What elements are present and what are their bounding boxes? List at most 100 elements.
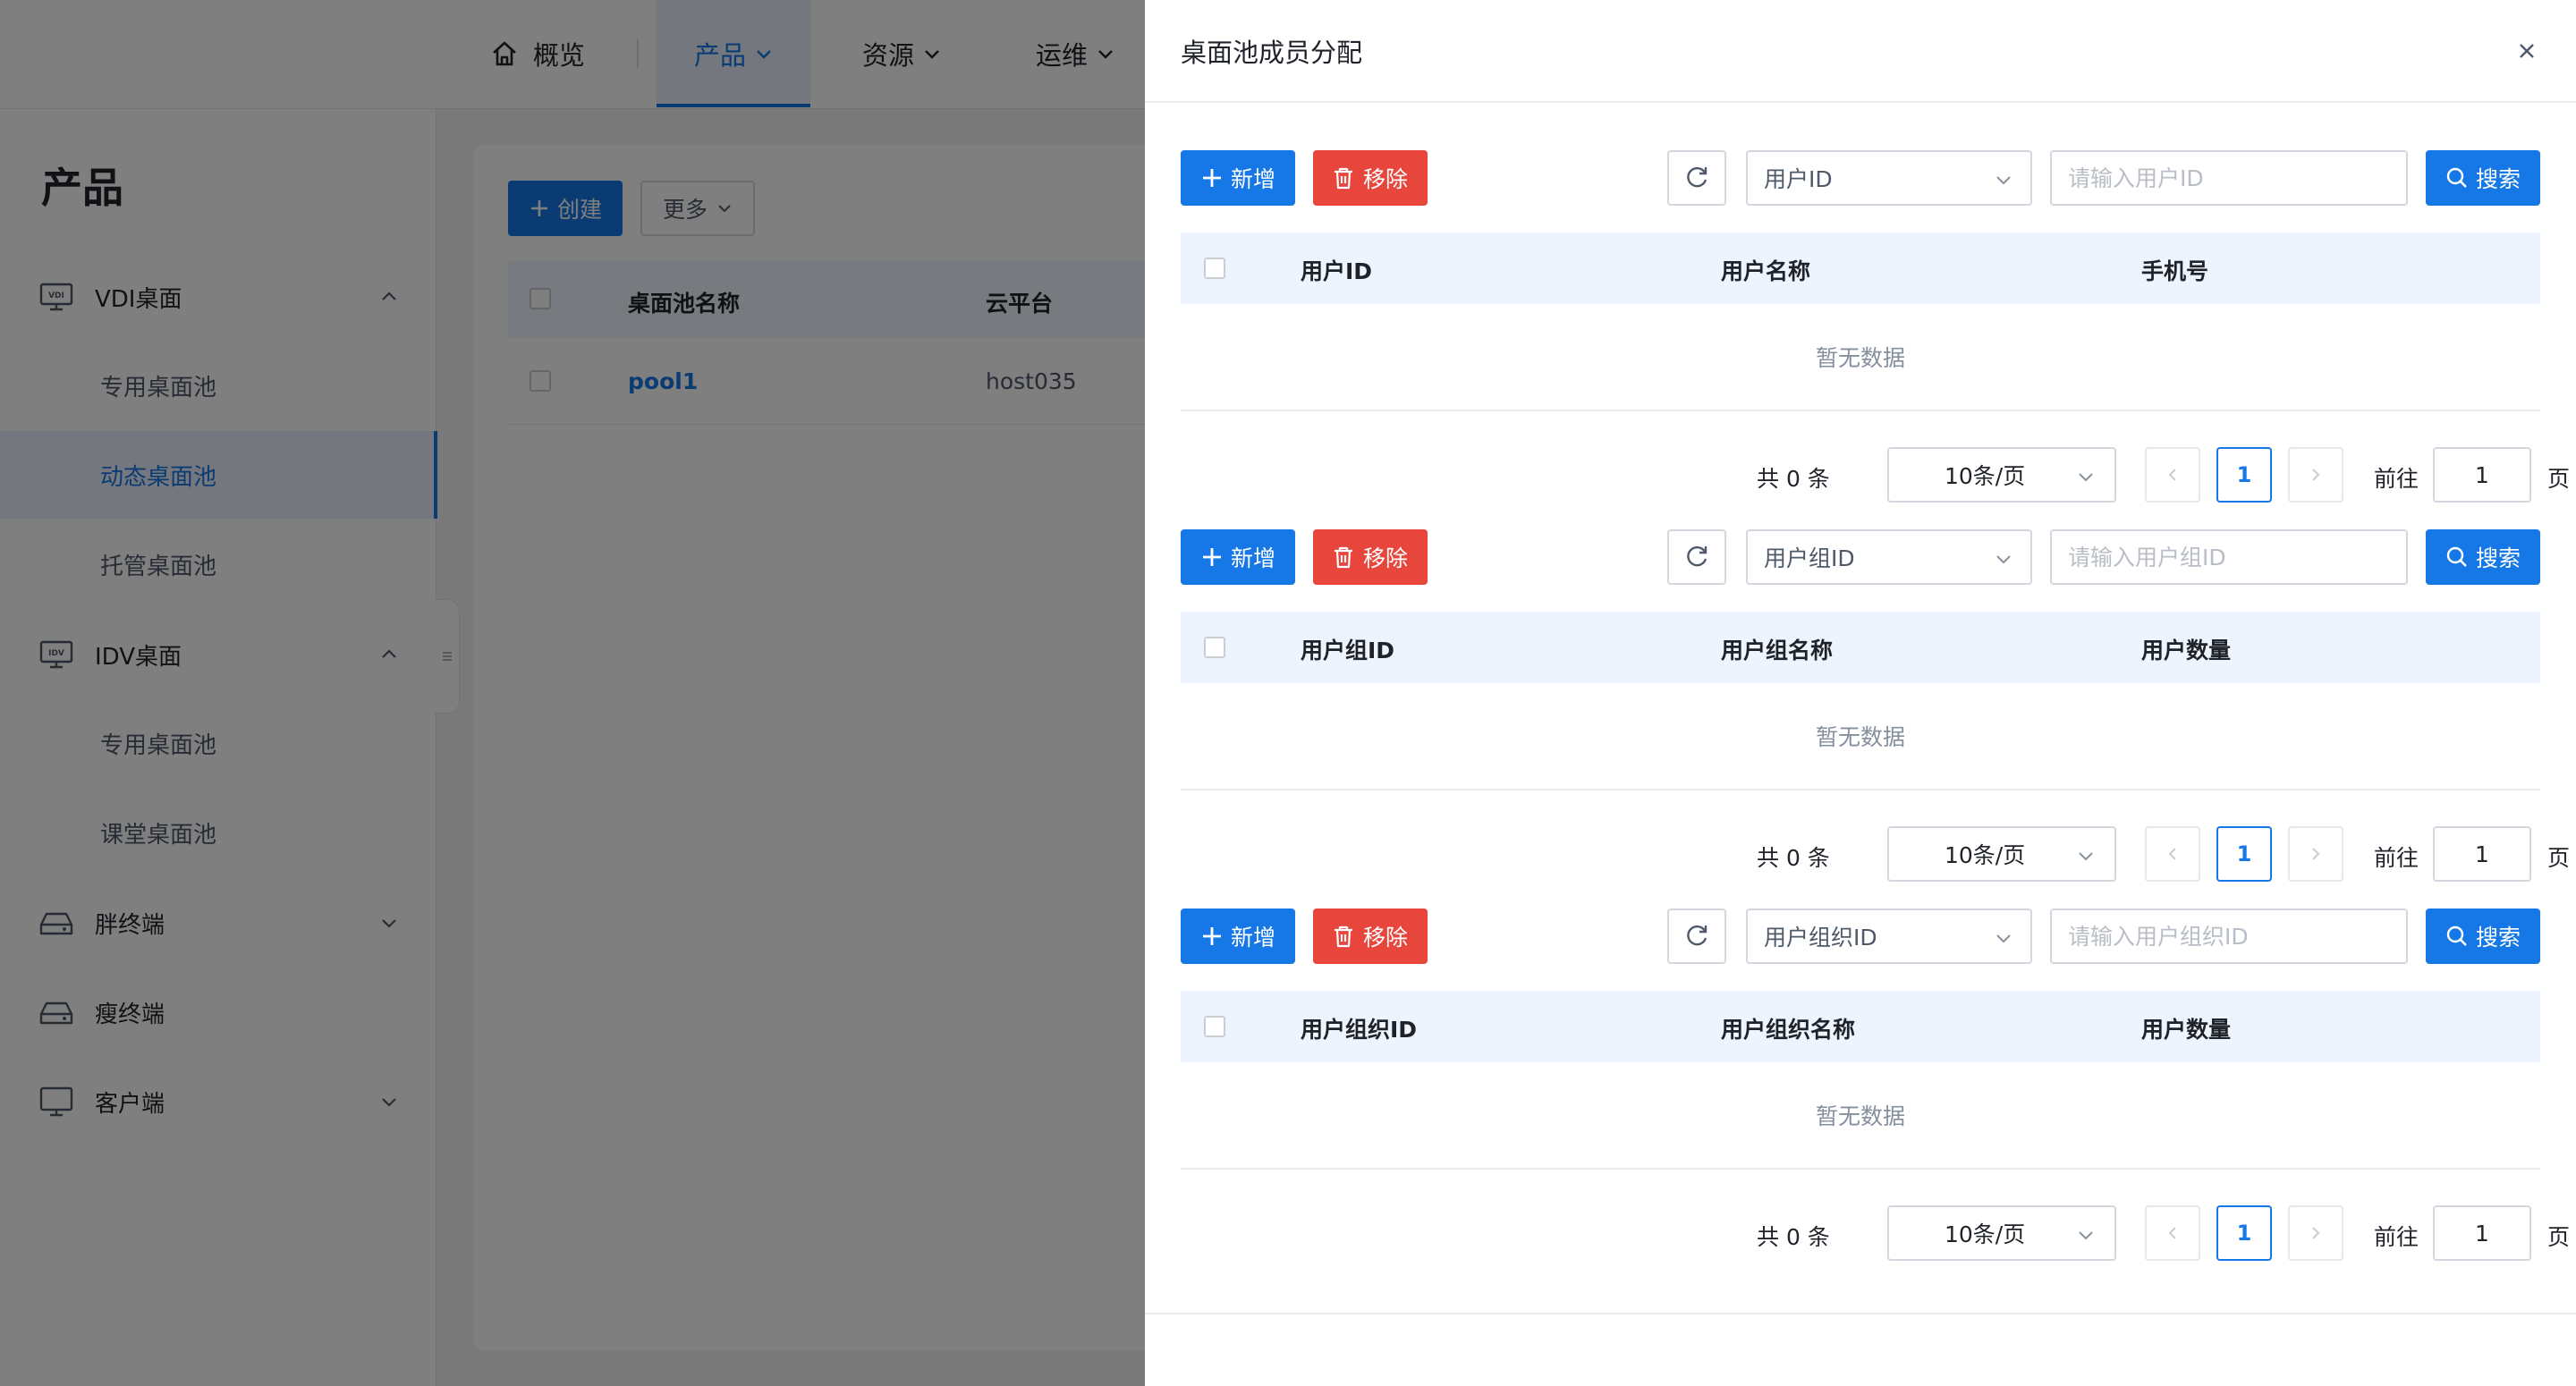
goto-label: 前往 xyxy=(2374,466,2419,492)
select-value: 用户组ID xyxy=(1764,545,1855,571)
plus-icon xyxy=(1200,545,1231,569)
search-button[interactable]: 搜索 xyxy=(2426,150,2540,206)
select-all-checkbox[interactable] xyxy=(1204,637,1225,658)
user-org-search-input[interactable] xyxy=(2050,909,2408,964)
remove-button-label: 移除 xyxy=(1362,925,1408,951)
search-button-label: 搜索 xyxy=(2475,545,2521,571)
chevron-right-icon xyxy=(2312,848,2320,860)
next-page-button[interactable] xyxy=(2288,826,2343,882)
refresh-button[interactable] xyxy=(1667,529,1726,585)
prev-page-button[interactable] xyxy=(2145,826,2200,882)
close-button[interactable] xyxy=(2512,36,2542,66)
total-count: 共 0 条 xyxy=(1757,466,1830,492)
goto-page-input[interactable] xyxy=(2433,1205,2531,1261)
chevron-left-icon xyxy=(2168,1227,2176,1239)
add-user-button[interactable]: 新增 xyxy=(1181,150,1295,206)
column-header: 手机号 xyxy=(2141,258,2209,284)
page-number-button[interactable]: 1 xyxy=(2216,826,2272,882)
search-icon xyxy=(2445,925,2476,948)
refresh-icon xyxy=(1683,923,1710,950)
trash-icon xyxy=(1333,925,1363,948)
user-table-header: 用户ID 用户名称 手机号 xyxy=(1181,232,2540,304)
trash-icon xyxy=(1333,166,1363,190)
trash-icon xyxy=(1333,545,1363,569)
user-search-input[interactable] xyxy=(2050,150,2408,206)
column-header: 用户数量 xyxy=(2141,1017,2232,1043)
chevron-down-icon xyxy=(2077,469,2095,486)
empty-state: 暂无数据 xyxy=(1181,683,2540,790)
drawer-title: 桌面池成员分配 xyxy=(1181,38,1363,68)
goto-page-input[interactable] xyxy=(2433,447,2531,503)
user-group-member-section: 新增 移除 用户组ID 搜索 用户组ID 用户组名称 用户数量 暂无数据 共 0… xyxy=(1181,529,2570,887)
add-button-label: 新增 xyxy=(1230,166,1275,192)
page-size-value: 10条/页 xyxy=(1945,842,2026,868)
refresh-button[interactable] xyxy=(1667,150,1726,206)
select-all-checkbox[interactable] xyxy=(1204,1016,1225,1037)
user-group-search-input[interactable] xyxy=(2050,529,2408,585)
search-icon xyxy=(2445,545,2476,569)
drawer-header: 桌面池成员分配 xyxy=(1145,0,2576,103)
total-count: 共 0 条 xyxy=(1757,845,1830,871)
next-page-button[interactable] xyxy=(2288,1205,2343,1261)
goto-label: 前往 xyxy=(2374,1224,2419,1250)
select-value: 用户ID xyxy=(1764,166,1833,192)
chevron-down-icon xyxy=(2077,1227,2095,1245)
pagination: 共 0 条 10条/页 1 前往 页 xyxy=(1181,1205,2570,1261)
prev-page-button[interactable] xyxy=(2145,447,2200,503)
next-page-button[interactable] xyxy=(2288,447,2343,503)
page-suffix-label: 页 xyxy=(2547,845,2571,871)
user-org-member-section: 新增 移除 用户组织ID 搜索 用户组织ID 用户组织名称 用户数量 暂无数据 … xyxy=(1181,909,2570,1266)
user-member-section: 新增 移除 用户ID 搜索 用户ID 用户名称 手机号 暂无数据 共 0 条 xyxy=(1181,150,2570,508)
page-number-button[interactable]: 1 xyxy=(2216,447,2272,503)
pagination: 共 0 条 10条/页 1 前往 页 xyxy=(1181,826,2570,882)
refresh-button[interactable] xyxy=(1667,909,1726,964)
column-header: 用户组名称 xyxy=(1721,638,1834,663)
page-number-button[interactable]: 1 xyxy=(2216,1205,2272,1261)
goto-label: 前往 xyxy=(2374,845,2419,871)
chevron-down-icon xyxy=(1995,551,2012,569)
select-all-checkbox[interactable] xyxy=(1204,258,1225,279)
chevron-down-icon xyxy=(1995,172,2012,190)
remove-user-org-button[interactable]: 移除 xyxy=(1313,909,1428,964)
chevron-left-icon xyxy=(2168,848,2176,860)
refresh-icon xyxy=(1683,544,1710,570)
chevron-left-icon xyxy=(2168,469,2176,481)
page-size-select[interactable]: 10条/页 xyxy=(1887,826,2116,882)
close-icon xyxy=(2520,44,2534,58)
pagination: 共 0 条 10条/页 1 前往 页 xyxy=(1181,447,2570,503)
remove-user-button[interactable]: 移除 xyxy=(1313,150,1428,206)
search-icon xyxy=(2445,166,2476,190)
search-button-label: 搜索 xyxy=(2475,166,2521,192)
remove-button-label: 移除 xyxy=(1362,545,1408,571)
column-header: 用户数量 xyxy=(2141,638,2232,663)
column-header: 用户组织名称 xyxy=(1721,1017,1856,1043)
column-header: 用户组织ID xyxy=(1301,1017,1418,1043)
search-button-label: 搜索 xyxy=(2475,925,2521,951)
add-user-org-button[interactable]: 新增 xyxy=(1181,909,1295,964)
page-size-value: 10条/页 xyxy=(1945,1221,2026,1247)
page-size-select[interactable]: 10条/页 xyxy=(1887,447,2116,503)
user-group-table-header: 用户组ID 用户组名称 用户数量 xyxy=(1181,612,2540,683)
goto-page-input[interactable] xyxy=(2433,826,2531,882)
user-search-field-select[interactable]: 用户ID xyxy=(1746,150,2032,206)
refresh-icon xyxy=(1683,165,1710,191)
page-suffix-label: 页 xyxy=(2547,1224,2571,1250)
column-header: 用户ID xyxy=(1301,258,1373,284)
plus-icon xyxy=(1200,166,1231,190)
page-size-value: 10条/页 xyxy=(1945,463,2026,489)
column-header: 用户组ID xyxy=(1301,638,1395,663)
user-org-table-header: 用户组织ID 用户组织名称 用户数量 xyxy=(1181,991,2540,1062)
remove-user-group-button[interactable]: 移除 xyxy=(1313,529,1428,585)
total-count: 共 0 条 xyxy=(1757,1224,1830,1250)
user-group-search-field-select[interactable]: 用户组ID xyxy=(1746,529,2032,585)
search-button[interactable]: 搜索 xyxy=(2426,909,2540,964)
search-button[interactable]: 搜索 xyxy=(2426,529,2540,585)
add-user-group-button[interactable]: 新增 xyxy=(1181,529,1295,585)
select-value: 用户组织ID xyxy=(1764,925,1877,951)
column-header: 用户名称 xyxy=(1721,258,1811,284)
page-size-select[interactable]: 10条/页 xyxy=(1887,1205,2116,1261)
user-org-search-field-select[interactable]: 用户组织ID xyxy=(1746,909,2032,964)
prev-page-button[interactable] xyxy=(2145,1205,2200,1261)
add-button-label: 新增 xyxy=(1230,545,1275,571)
drawer-divider xyxy=(1145,1313,2576,1314)
